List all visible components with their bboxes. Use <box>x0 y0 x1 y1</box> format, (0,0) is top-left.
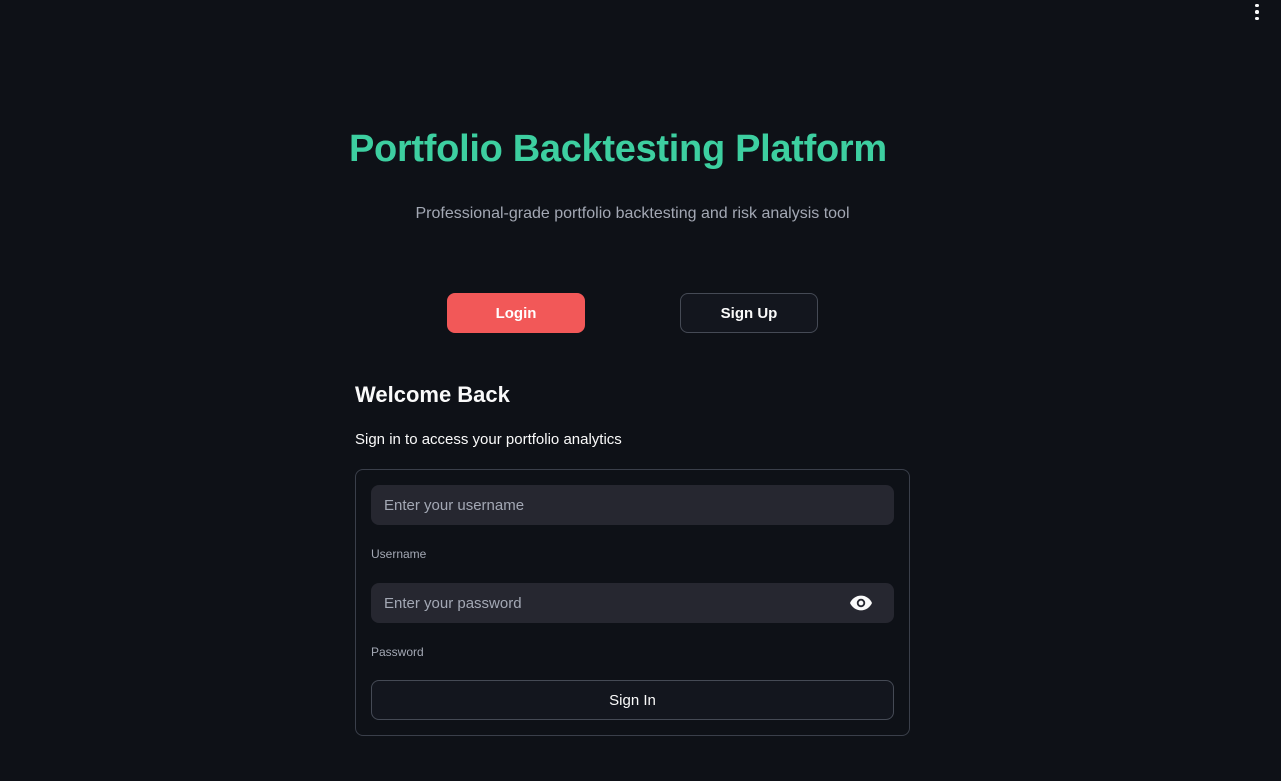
login-form: Enter your username Username Enter your … <box>355 469 910 736</box>
username-input[interactable]: Enter your username <box>371 485 894 525</box>
signup-tab-button[interactable]: Sign Up <box>680 293 818 333</box>
username-label: Username <box>371 547 427 561</box>
login-tab-button[interactable]: Login <box>447 293 585 333</box>
more-vertical-icon[interactable] <box>1247 2 1267 22</box>
password-placeholder: Enter your password <box>384 594 522 612</box>
sign-in-button[interactable]: Sign In <box>371 680 894 720</box>
page-subtitle: Professional-grade portfolio backtesting… <box>415 205 850 222</box>
page-title: Portfolio Backtesting Platform <box>349 128 887 170</box>
password-input[interactable]: Enter your password <box>371 583 894 623</box>
login-page: Portfolio Backtesting Platform Professio… <box>0 0 1281 781</box>
password-label: Password <box>371 645 424 659</box>
form-heading: Welcome Back <box>355 382 510 407</box>
eye-icon[interactable] <box>850 595 872 611</box>
form-description: Sign in to access your portfolio analyti… <box>355 431 622 448</box>
username-placeholder: Enter your username <box>384 496 525 514</box>
